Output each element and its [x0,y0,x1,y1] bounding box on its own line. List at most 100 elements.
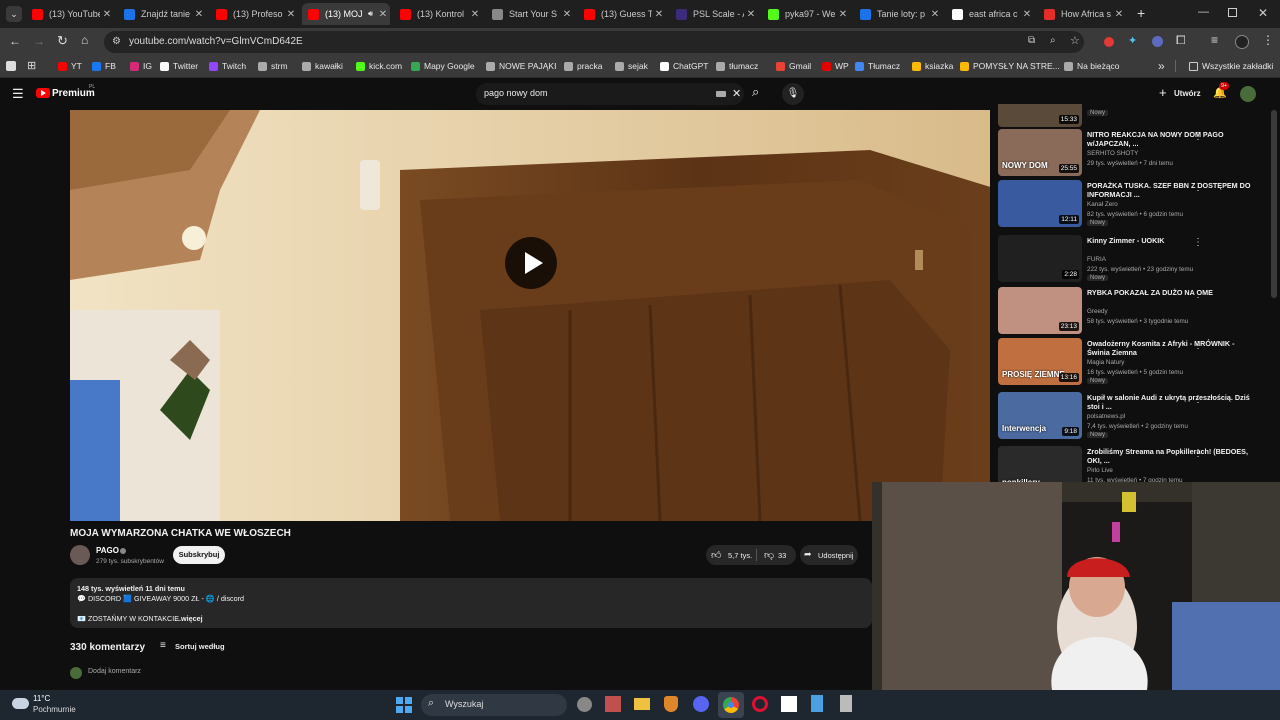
bookmark-item[interactable]: ChatGPT [660,61,708,71]
browser-tab[interactable]: Tanie loty: p ✕ [854,3,942,25]
extension-icon[interactable] [1152,36,1163,47]
bookmark-item[interactable]: NOWE PAJĄKI [486,61,556,71]
create-button[interactable]: Utwórz [1174,89,1201,98]
sort-icon[interactable]: ≡ [160,640,166,651]
extension-icon[interactable]: ✦ [1128,34,1137,47]
calculator-icon[interactable] [840,695,852,712]
more-menu-icon[interactable]: ⋮ [1262,33,1274,47]
bookmark-item[interactable]: Mapy Google [411,61,475,71]
channel-avatar[interactable] [70,545,90,565]
start-windows-icon[interactable] [396,697,412,713]
bookmark-item[interactable]: kawałki [302,61,343,71]
video-thumbnail[interactable]: 12:11 [998,180,1082,227]
video-menu-icon[interactable]: ⋮ [1193,289,1203,300]
close-tab-icon[interactable]: ✕ [560,9,574,20]
keyboard-icon[interactable] [716,91,726,97]
video-menu-icon[interactable]: ⋮ [1193,237,1203,248]
all-bookmarks-button[interactable]: Wszystkie zakładki [1189,61,1273,71]
video-thumbnail[interactable]: 23:13 [998,287,1082,334]
recommended-video[interactable]: 12:11 PORAŻKA TUSKA. SZEF BBN Z DOSTĘPEM … [998,180,1268,228]
video-player[interactable] [70,110,990,521]
bookmark-item[interactable]: tłumacz [716,61,758,71]
channel-name[interactable]: polsatnews.pl [1087,413,1125,420]
search-icon[interactable]: ⌕ [752,84,759,100]
video-menu-icon[interactable]: ⋮ [1193,131,1203,142]
like-count[interactable]: 5,7 tys. [728,551,752,560]
close-tab-icon[interactable]: ✕ [1020,9,1034,20]
more-link[interactable]: ...więcej [175,614,203,623]
tab-audio-icon[interactable]: 🔊︎ [368,9,373,19]
dislike-count[interactable]: 33 [778,551,786,560]
browser-tab[interactable]: (13) Profeso ✕ [210,3,298,25]
browser-tab[interactable]: How Africa s ✕ [1038,3,1126,25]
browser-tab[interactable]: PSL Scale - A ✕ [670,3,758,25]
bookmark-item[interactable]: kick.com [356,61,402,71]
close-tab-icon[interactable]: ✕ [192,9,206,20]
account-avatar[interactable] [1240,86,1256,102]
zoom-icon[interactable]: ⌕ [1050,35,1056,46]
close-tab-icon[interactable]: ✕ [928,9,942,20]
bookmark-item[interactable]: pracka [564,61,603,71]
channel-name[interactable]: FURIA [1087,256,1106,263]
video-thumbnail[interactable]: NOWY DOM 25:55 [998,129,1082,176]
bookmark-item[interactable]: Twitch [209,61,246,71]
dislike-icon[interactable]: 👎︎ [764,549,774,561]
browser-tab[interactable]: (13) Kontrol ✕ [394,3,482,25]
channel-name[interactable]: PAGO [96,546,119,555]
video-title[interactable]: Owadożerny Kosmita z Afryki - MRÓWNIK - … [1087,339,1255,357]
browser-tab[interactable]: east africa c ✕ [946,3,1034,25]
video-title[interactable]: Zrobiliśmy Streama na Popkillerach! (BED… [1087,447,1255,465]
bookmark-item[interactable]: Tłumacz [855,61,900,71]
voice-search-icon[interactable]: 🎙 [782,83,804,105]
bookmark-item[interactable]: YT [58,61,82,71]
subscribe-button[interactable]: Subskrybuj [173,546,225,564]
address-bar[interactable]: ⚙ youtube.com/watch?v=GlmVCmD642E ⧉ ⌕ ☆ [104,31,1084,53]
apps-grid-icon[interactable]: ⊞ [27,59,36,72]
cast-icon[interactable]: ⧉ [1028,35,1035,46]
notepad-icon[interactable] [811,695,823,712]
record-extension-icon[interactable] [1104,37,1114,47]
like-icon[interactable]: 👍︎ [711,549,721,561]
home-icon[interactable]: ⌂ [81,33,88,47]
reading-list-icon[interactable]: ≡ [1211,33,1218,47]
video-thumbnail[interactable]: Interwencja 9:18 [998,392,1082,439]
browser-tab[interactable]: Start Your S ✕ [486,3,574,25]
tab-groups-icon[interactable] [6,61,16,71]
recommended-video[interactable]: NOWY DOM 25:55 NITRO REAKCJA NA NOWY DOM P… [998,129,1268,177]
browser-tab[interactable]: (13) MOJ 🔊︎ ✕ [302,3,390,25]
youtube-logo-icon[interactable] [36,88,50,98]
close-tab-icon[interactable]: ✕ [100,9,114,20]
video-menu-icon[interactable]: ⋮ [1193,394,1203,405]
bookmark-item[interactable]: POMYSŁY NA STRE... [960,61,1060,71]
close-tab-icon[interactable]: ✕ [468,9,482,20]
bookmark-star-icon[interactable]: ☆ [1070,34,1080,47]
bookmark-item[interactable]: strm [258,61,288,71]
search-box[interactable]: pago nowy dom ✕ [476,83,744,105]
recommended-video[interactable]: 2:28 Kinny Zimmer - UOKIK FURIA 222 tys. wy… [998,235,1268,283]
search-input[interactable]: pago nowy dom [484,88,548,98]
create-icon[interactable]: + [1159,85,1167,100]
recommended-video[interactable]: PROSIĘ ZIEMNE 13:16 Owadożerny Kosmita z A… [998,338,1268,386]
extensions-puzzle-icon[interactable]: ⧠ [1176,33,1186,48]
bookmarks-more-button[interactable]: » [1158,59,1165,73]
app-icon[interactable] [605,696,621,712]
forward-icon[interactable]: → [33,34,45,48]
minimize-icon[interactable]: — [1198,6,1209,18]
back-icon[interactable]: ← [9,34,21,48]
scrollbar[interactable] [1271,110,1277,298]
browser-tab[interactable]: pyka97 - We ✕ [762,3,850,25]
video-title[interactable]: PORAŻKA TUSKA. SZEF BBN Z DOSTĘPEM DO IN… [1087,181,1255,199]
bookmark-item[interactable]: Twitter [160,61,198,71]
browser-tab[interactable]: Znajdź tanie ✕ [118,3,206,25]
taskbar-search[interactable]: ⌕ Wyszukaj [421,694,567,716]
channel-name[interactable]: SERHITO SHOTY [1087,150,1138,157]
app-icon[interactable] [577,697,592,712]
video-menu-icon[interactable]: ⋮ [1193,340,1203,351]
bookmark-item[interactable]: Gmail [776,61,811,71]
channel-name[interactable]: Kanał Zero [1087,201,1118,208]
video-title[interactable]: Kinny Zimmer - UOKIK [1087,236,1255,245]
recommended-video[interactable]: 23:13 RYBKA POKAZAŁ ZA DUŻO NA OME Greedy 5… [998,287,1268,335]
video-title[interactable]: Kupił w salonie Audi z ukrytą przeszłośc… [1087,393,1255,411]
video-menu-icon[interactable]: ⋮ [1193,448,1203,459]
channel-name[interactable]: Greedy [1087,308,1108,315]
